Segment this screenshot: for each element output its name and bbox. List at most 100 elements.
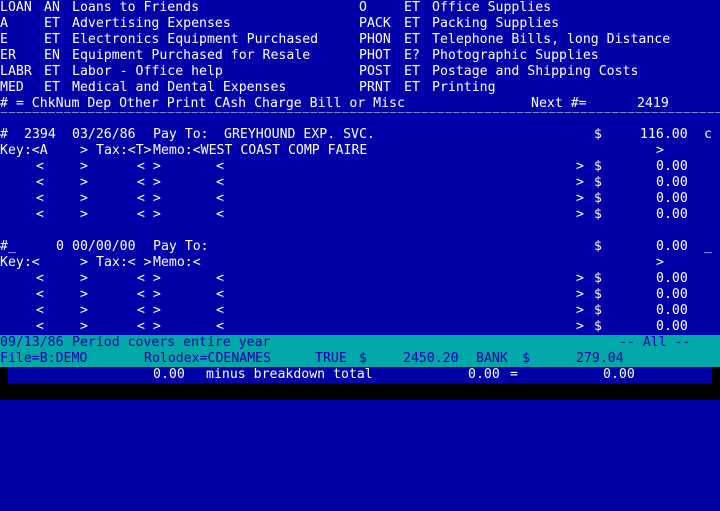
- split-line[interactable]: < > < > < > $0.00: [0, 207, 720, 223]
- split-line[interactable]: < > < > < > $0.00: [0, 159, 720, 175]
- split-line[interactable]: < > < > < > $0.00: [0, 319, 720, 335]
- split-dollar[interactable]: $: [594, 207, 602, 223]
- split-key-open[interactable]: <: [36, 287, 44, 303]
- entry1-flag[interactable]: c: [704, 127, 712, 143]
- split-memo-open[interactable]: <: [216, 207, 224, 223]
- category-type: ET: [404, 16, 420, 31]
- split-amount[interactable]: 0.00: [656, 319, 688, 335]
- category-code: PHON: [359, 32, 391, 47]
- category-code: O: [359, 0, 367, 15]
- split-dollar[interactable]: $: [594, 159, 602, 175]
- category-code: PHOT: [359, 48, 391, 63]
- split-dollar[interactable]: $: [594, 319, 602, 335]
- status-date: 09/13/86: [0, 335, 64, 350]
- split-key-close[interactable]: >: [80, 159, 88, 175]
- split-amount[interactable]: 0.00: [656, 191, 688, 207]
- split-key-close[interactable]: >: [80, 303, 88, 319]
- split-key-open[interactable]: <: [36, 191, 44, 207]
- entry1-date[interactable]: 03/26/86: [72, 127, 136, 143]
- entry2-memo[interactable]: Memo:<: [153, 255, 201, 271]
- split-dollar[interactable]: $: [594, 175, 602, 191]
- split-key-open[interactable]: <: [36, 319, 44, 335]
- entry1-memo[interactable]: Memo:<WEST COAST COMP FAIRE: [153, 143, 367, 159]
- entry2-tax[interactable]: Tax:< >: [96, 255, 152, 271]
- split-key-close[interactable]: >: [80, 175, 88, 191]
- split-memo-open[interactable]: <: [216, 319, 224, 335]
- split-dollar[interactable]: $: [594, 191, 602, 207]
- split-tax-field[interactable]: < >: [137, 271, 161, 287]
- entry1-number[interactable]: 2394: [24, 127, 56, 143]
- split-line[interactable]: < > < > < > $0.00: [0, 175, 720, 191]
- entry1-key[interactable]: Key:<A: [0, 143, 48, 159]
- category-row: E ET Electronics Equipment Purchased PHON ET…: [0, 32, 720, 48]
- split-key-open[interactable]: <: [36, 175, 44, 191]
- split-tax-field[interactable]: < >: [137, 319, 161, 335]
- split-key-open[interactable]: <: [36, 271, 44, 287]
- split-tax-field[interactable]: < >: [137, 287, 161, 303]
- category-desc: Medical and Dental Expenses: [72, 80, 287, 95]
- split-tax-field[interactable]: < >: [137, 175, 161, 191]
- split-key-close[interactable]: >: [80, 207, 88, 223]
- split-amount[interactable]: 0.00: [656, 303, 688, 319]
- entry1-tax[interactable]: Tax:<T>: [96, 143, 152, 159]
- split-tax-field[interactable]: < >: [137, 159, 161, 175]
- status-bank-amount: 279.04: [576, 351, 624, 366]
- split-key-close[interactable]: >: [80, 271, 88, 287]
- category-code: LOAN: [0, 0, 32, 15]
- split-memo-open[interactable]: <: [216, 303, 224, 319]
- entry2-flag[interactable]: _: [704, 239, 712, 255]
- split-amount[interactable]: 0.00: [656, 159, 688, 175]
- entry2-key[interactable]: Key:<: [0, 255, 40, 271]
- split-amount[interactable]: 0.00: [656, 175, 688, 191]
- category-code: ER: [0, 48, 16, 63]
- split-memo-open[interactable]: <: [216, 287, 224, 303]
- split-key-close[interactable]: >: [80, 319, 88, 335]
- split-amount[interactable]: 0.00: [656, 271, 688, 287]
- split-tax-field[interactable]: < >: [137, 207, 161, 223]
- split-memo-close[interactable]: >: [576, 319, 584, 335]
- split-line[interactable]: < > < > < > $0.00: [0, 303, 720, 319]
- split-line[interactable]: < > < > < > $0.00: [0, 271, 720, 287]
- entry2-amount[interactable]: 0.00: [656, 239, 688, 255]
- split-tax-field[interactable]: < >: [137, 303, 161, 319]
- category-desc: Packing Supplies: [432, 16, 560, 31]
- split-memo-close[interactable]: >: [576, 303, 584, 319]
- split-memo-close[interactable]: >: [576, 191, 584, 207]
- split-memo-open[interactable]: <: [216, 191, 224, 207]
- next-label: Next #=: [531, 96, 587, 111]
- split-memo-close[interactable]: >: [576, 271, 584, 287]
- category-type: ET: [44, 64, 60, 79]
- split-memo-open[interactable]: <: [216, 175, 224, 191]
- split-memo-close[interactable]: >: [576, 175, 584, 191]
- entry1-payee[interactable]: GREYHOUND EXP. SVC.: [224, 127, 375, 143]
- split-key-open[interactable]: <: [36, 159, 44, 175]
- split-dollar[interactable]: $: [594, 287, 602, 303]
- status-dollar1: $: [359, 351, 367, 366]
- breakdown-eq: =: [510, 367, 518, 382]
- split-tax-field[interactable]: < >: [137, 191, 161, 207]
- split-key-open[interactable]: <: [36, 303, 44, 319]
- entry2-date[interactable]: 00/00/00: [72, 239, 136, 255]
- split-amount[interactable]: 0.00: [656, 207, 688, 223]
- split-dollar[interactable]: $: [594, 271, 602, 287]
- split-key-open[interactable]: <: [36, 207, 44, 223]
- split-line[interactable]: < > < > < > $0.00: [0, 287, 720, 303]
- category-type: ET: [404, 80, 420, 95]
- split-memo-close[interactable]: >: [576, 287, 584, 303]
- split-memo-open[interactable]: <: [216, 271, 224, 287]
- split-key-close[interactable]: >: [80, 191, 88, 207]
- entry2-number[interactable]: 0: [56, 239, 64, 255]
- split-key-close[interactable]: >: [80, 287, 88, 303]
- split-memo-close[interactable]: >: [576, 159, 584, 175]
- split-memo-open[interactable]: <: [216, 159, 224, 175]
- entry1-amount[interactable]: 116.00: [640, 127, 688, 143]
- legend-text: # = ChkNum Dep Other Print CAsh Charge B…: [0, 96, 405, 111]
- next-number[interactable]: 2419: [637, 96, 669, 112]
- split-dollar[interactable]: $: [594, 303, 602, 319]
- category-code: POST: [359, 64, 391, 79]
- split-memo-close[interactable]: >: [576, 207, 584, 223]
- entry2-memo-close: >: [656, 255, 664, 270]
- split-amount[interactable]: 0.00: [656, 287, 688, 303]
- category-desc: Electronics Equipment Purchased: [72, 32, 319, 47]
- split-line[interactable]: < > < > < > $0.00: [0, 191, 720, 207]
